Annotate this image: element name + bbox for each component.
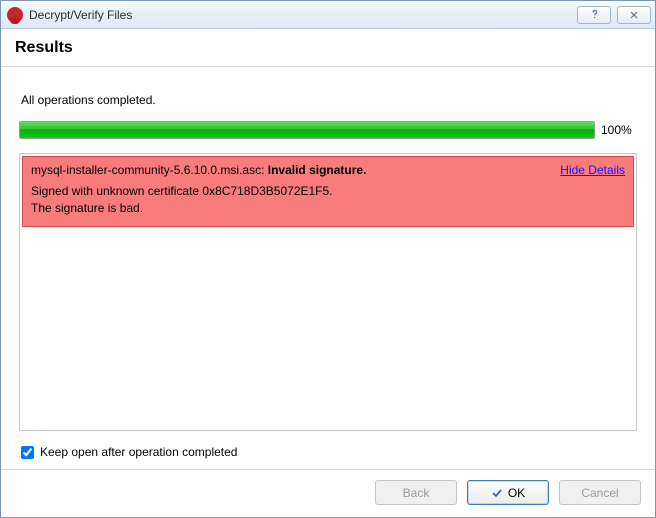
keep-open-label: Keep open after operation completed (40, 445, 237, 459)
progress-fill (20, 122, 594, 138)
error-body: Signed with unknown certificate 0x8C718D… (31, 183, 625, 218)
details-frame: mysql-installer-community-5.6.10.0.msi.a… (19, 153, 637, 431)
error-verdict: Invalid signature. (268, 163, 367, 177)
error-filename: mysql-installer-community-5.6.10.0.msi.a… (31, 163, 268, 177)
error-header: mysql-installer-community-5.6.10.0.msi.a… (31, 163, 625, 177)
ok-button[interactable]: OK (467, 480, 549, 505)
hide-details-link[interactable]: Hide Details (560, 163, 625, 177)
page-title: Results (1, 29, 655, 67)
error-title: mysql-installer-community-5.6.10.0.msi.a… (31, 163, 366, 177)
check-icon (491, 487, 503, 499)
status-text: All operations completed. (19, 67, 637, 121)
content-area: All operations completed. 100% mysql-ins… (1, 67, 655, 469)
error-line-2: The signature is bad. (31, 200, 625, 217)
progress-bar (19, 121, 595, 139)
help-button[interactable] (577, 6, 611, 24)
window-title: Decrypt/Verify Files (29, 8, 132, 22)
button-bar: Back OK Cancel (1, 469, 655, 517)
app-icon (7, 7, 23, 23)
error-panel: mysql-installer-community-5.6.10.0.msi.a… (22, 156, 634, 227)
cancel-button: Cancel (559, 480, 641, 505)
help-icon (588, 8, 601, 21)
close-button[interactable] (617, 6, 651, 24)
keep-open-row[interactable]: Keep open after operation completed (19, 445, 637, 469)
keep-open-checkbox[interactable] (21, 446, 34, 459)
dialog-window: Decrypt/Verify Files Results All operati… (0, 0, 656, 518)
cancel-button-label: Cancel (581, 486, 618, 500)
progress-percent: 100% (601, 123, 637, 137)
progress-row: 100% (19, 121, 637, 139)
titlebar: Decrypt/Verify Files (1, 1, 655, 29)
back-button-label: Back (403, 486, 430, 500)
ok-button-label: OK (508, 486, 525, 500)
close-icon (628, 9, 640, 21)
back-button: Back (375, 480, 457, 505)
error-line-1: Signed with unknown certificate 0x8C718D… (31, 183, 625, 200)
